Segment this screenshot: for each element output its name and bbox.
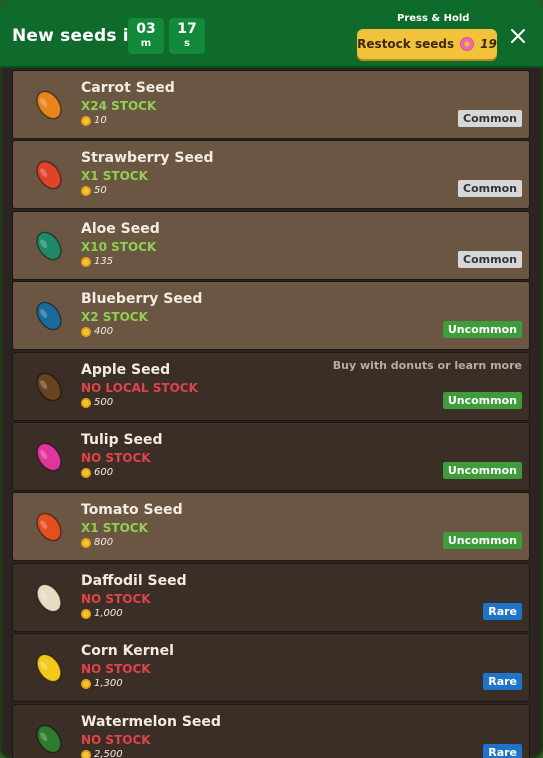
- seed-price: 10: [81, 115, 107, 126]
- seed-stock: NO STOCK: [81, 592, 151, 606]
- seed-name: Daffodil Seed: [81, 573, 187, 589]
- seed-stock: X1 STOCK: [81, 521, 148, 535]
- coin-icon: [81, 185, 91, 196]
- coin-icon: [81, 467, 91, 478]
- seed-name: Corn Kernel: [81, 643, 174, 659]
- close-icon[interactable]: [508, 26, 528, 46]
- donut-purchase-hint[interactable]: Buy with donuts or learn more: [333, 359, 522, 372]
- seed-stock: X24 STOCK: [81, 99, 157, 113]
- rarity-badge: Common: [458, 110, 522, 127]
- seed-name: Carrot Seed: [81, 80, 175, 96]
- timer-minutes-unit: m: [140, 38, 152, 49]
- shop-header: New seeds in 03 m 17 s Press & Hold Rest…: [0, 0, 543, 68]
- seed-price-value: 10: [94, 115, 107, 126]
- seed-stock: X1 STOCK: [81, 169, 148, 183]
- seed-name: Apple Seed: [81, 362, 171, 378]
- seed-price-value: 135: [94, 256, 114, 267]
- seed-icon: [36, 90, 62, 120]
- seed-name: Strawberry Seed: [81, 150, 214, 166]
- seed-icon: [36, 724, 62, 754]
- rarity-badge: Rare: [483, 744, 522, 758]
- restock-timer-title: New seeds in: [12, 26, 142, 46]
- restock-label: Restock seeds: [357, 37, 455, 51]
- seed-row[interactable]: Carrot Seed X24 STOCK 10 Common: [12, 70, 530, 139]
- seed-price-value: 400: [94, 326, 114, 337]
- timer-seconds: 17: [177, 21, 197, 37]
- restock-cost: 19: [480, 37, 497, 51]
- seed-icon: [36, 653, 62, 683]
- seed-stock: NO STOCK: [81, 451, 151, 465]
- seed-icon: [36, 512, 62, 542]
- seed-price-value: 2,500: [94, 749, 123, 758]
- seed-name: Blueberry Seed: [81, 291, 203, 307]
- seed-row[interactable]: Corn Kernel NO STOCK 1,300 Rare: [12, 633, 530, 702]
- coin-icon: [81, 608, 91, 619]
- seed-row[interactable]: Aloe Seed X10 STOCK 135 Common: [12, 211, 530, 280]
- seed-row[interactable]: Watermelon Seed NO STOCK 2,500 Rare: [12, 704, 530, 758]
- seed-price: 600: [81, 467, 113, 478]
- coin-icon: [81, 256, 91, 267]
- rarity-badge: Rare: [483, 603, 522, 620]
- timer-seconds-box: 17 s: [169, 18, 205, 54]
- rarity-badge: Common: [458, 251, 522, 268]
- seed-price: 50: [81, 185, 107, 196]
- seed-name: Watermelon Seed: [81, 714, 221, 730]
- timer-seconds-unit: s: [184, 38, 190, 49]
- donut-icon: [460, 37, 475, 51]
- rarity-badge: Rare: [483, 673, 522, 690]
- seed-price-value: 1,000: [94, 608, 123, 619]
- coin-icon: [81, 397, 91, 408]
- seed-price: 1,300: [81, 678, 123, 689]
- seed-price: 135: [81, 256, 113, 267]
- seed-stock: X10 STOCK: [81, 240, 157, 254]
- coin-icon: [81, 678, 91, 689]
- rarity-badge: Common: [458, 180, 522, 197]
- seed-price: 800: [81, 537, 113, 548]
- seed-name: Tulip Seed: [81, 432, 163, 448]
- seed-stock: X2 STOCK: [81, 310, 148, 324]
- seed-price-value: 50: [94, 185, 107, 196]
- seed-price: 500: [81, 397, 113, 408]
- seed-icon: [36, 583, 62, 613]
- seed-price: 1,000: [81, 608, 123, 619]
- press-hold-label: Press & Hold: [397, 13, 470, 24]
- coin-icon: [81, 749, 91, 758]
- seed-shop-panel: New seeds in 03 m 17 s Press & Hold Rest…: [0, 0, 543, 758]
- rarity-badge: Uncommon: [442, 462, 522, 479]
- seed-icon: [36, 372, 62, 402]
- seed-price-value: 600: [94, 467, 114, 478]
- rarity-badge: Uncommon: [442, 392, 522, 409]
- seed-row[interactable]: Strawberry Seed X1 STOCK 50 Common: [12, 140, 530, 209]
- timer-minutes-box: 03 m: [128, 18, 164, 54]
- seed-row[interactable]: Blueberry Seed X2 STOCK 400 Uncommon: [12, 281, 530, 350]
- rarity-badge: Uncommon: [442, 321, 522, 338]
- seed-stock: NO STOCK: [81, 662, 151, 676]
- timer-minutes: 03: [136, 21, 156, 37]
- seed-name: Aloe Seed: [81, 221, 160, 237]
- seed-row[interactable]: Tulip Seed NO STOCK 600 Uncommon: [12, 422, 530, 491]
- seed-stock: NO LOCAL STOCK: [81, 381, 198, 395]
- seed-price-value: 1,300: [94, 678, 123, 689]
- seed-row[interactable]: Daffodil Seed NO STOCK 1,000 Rare: [12, 563, 530, 632]
- seed-price: 400: [81, 326, 113, 337]
- coin-icon: [81, 326, 91, 337]
- seed-price-value: 500: [94, 397, 114, 408]
- seed-row[interactable]: Apple Seed NO LOCAL STOCK 500 Buy with donu…: [12, 352, 530, 421]
- seed-icon: [36, 160, 62, 190]
- rarity-badge: Uncommon: [442, 532, 522, 549]
- seed-stock: NO STOCK: [81, 733, 151, 747]
- seed-price: 2,500: [81, 749, 123, 758]
- seed-name: Tomato Seed: [81, 502, 183, 518]
- restock-seeds-button[interactable]: Restock seeds 19: [357, 29, 497, 59]
- seed-row[interactable]: Tomato Seed X1 STOCK 800 Uncommon: [12, 492, 530, 561]
- seed-icon: [36, 442, 62, 472]
- seed-price-value: 800: [94, 537, 114, 548]
- coin-icon: [81, 115, 91, 126]
- seed-icon: [36, 301, 62, 331]
- seed-icon: [36, 231, 62, 261]
- coin-icon: [81, 537, 91, 548]
